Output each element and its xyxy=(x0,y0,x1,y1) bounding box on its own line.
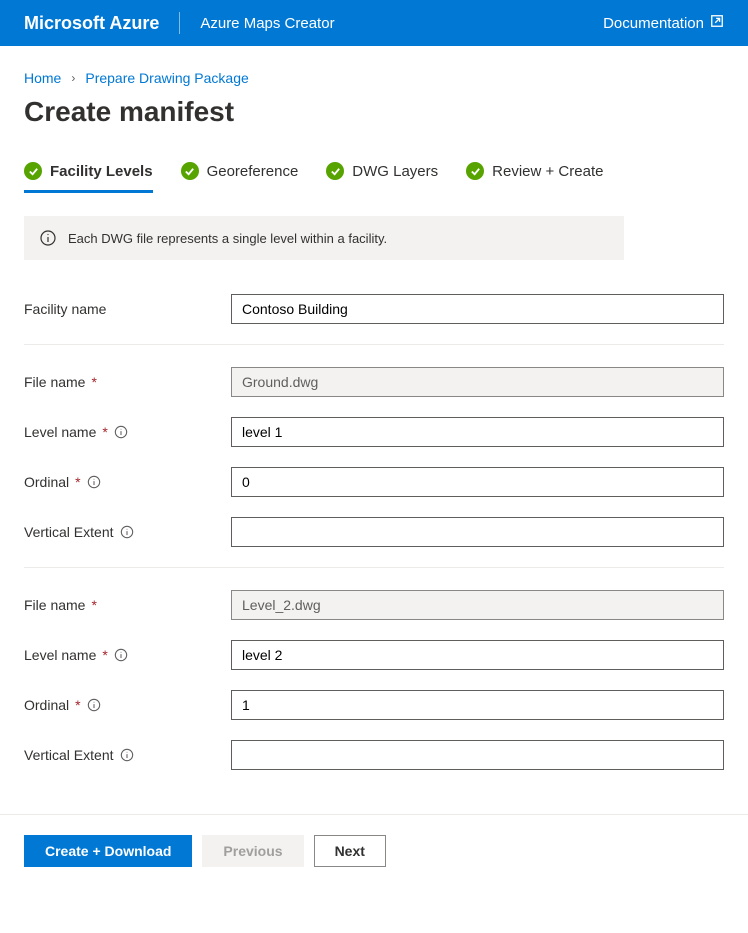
row-facility-name: Facility name xyxy=(24,294,724,324)
vertical-extent-input[interactable] xyxy=(231,740,724,770)
required-asterisk: * xyxy=(91,597,96,613)
required-asterisk: * xyxy=(75,697,80,713)
info-banner: Each DWG file represents a single level … xyxy=(24,216,624,260)
label-level-name: Level name * xyxy=(24,424,231,440)
tab-georeference[interactable]: Georeference xyxy=(181,156,299,193)
tab-facility-levels[interactable]: Facility Levels xyxy=(24,156,153,193)
tab-label: Georeference xyxy=(207,163,299,180)
label-file-name: File name * xyxy=(24,374,231,390)
tab-review-create[interactable]: Review + Create xyxy=(466,156,603,193)
label-ordinal: Ordinal * xyxy=(24,697,231,713)
row-ordinal: Ordinal * xyxy=(24,690,724,720)
file-name-input xyxy=(231,590,724,620)
page-title: Create manifest xyxy=(24,96,724,128)
separator xyxy=(24,567,724,568)
product-label: Azure Maps Creator xyxy=(200,15,334,32)
external-link-icon xyxy=(710,14,724,32)
level-name-input[interactable] xyxy=(231,417,724,447)
documentation-label: Documentation xyxy=(603,15,704,32)
ordinal-input[interactable] xyxy=(231,690,724,720)
required-asterisk: * xyxy=(102,424,107,440)
label-vertical-extent: Vertical Extent xyxy=(24,747,231,763)
row-level-name: Level name * xyxy=(24,417,724,447)
required-asterisk: * xyxy=(75,474,80,490)
check-circle-icon xyxy=(326,162,344,180)
tab-label: Review + Create xyxy=(492,163,603,180)
tab-bar: Facility Levels Georeference DWG Layers … xyxy=(24,156,724,194)
row-ordinal: Ordinal * xyxy=(24,467,724,497)
breadcrumb-step[interactable]: Prepare Drawing Package xyxy=(85,70,248,86)
required-asterisk: * xyxy=(91,374,96,390)
tab-dwg-layers[interactable]: DWG Layers xyxy=(326,156,438,193)
info-icon[interactable] xyxy=(114,425,128,439)
row-level-name: Level name * xyxy=(24,640,724,670)
info-icon[interactable] xyxy=(87,698,101,712)
file-name-input xyxy=(231,367,724,397)
documentation-link[interactable]: Documentation xyxy=(603,14,724,32)
check-circle-icon xyxy=(24,162,42,180)
separator xyxy=(24,344,724,345)
info-text: Each DWG file represents a single level … xyxy=(68,231,387,246)
row-vertical-extent: Vertical Extent xyxy=(24,740,724,770)
footer-actions: Create + Download Previous Next xyxy=(0,814,748,887)
chevron-right-icon: › xyxy=(71,71,75,85)
ordinal-input[interactable] xyxy=(231,467,724,497)
main-content: Home › Prepare Drawing Package Create ma… xyxy=(0,46,748,814)
check-circle-icon xyxy=(181,162,199,180)
info-icon[interactable] xyxy=(120,525,134,539)
breadcrumb: Home › Prepare Drawing Package xyxy=(24,70,724,86)
breadcrumb-home[interactable]: Home xyxy=(24,70,61,86)
info-icon[interactable] xyxy=(120,748,134,762)
info-icon[interactable] xyxy=(114,648,128,662)
level-name-input[interactable] xyxy=(231,640,724,670)
brand-separator xyxy=(179,12,180,34)
info-icon[interactable] xyxy=(87,475,101,489)
info-icon xyxy=(40,230,56,246)
tab-label: DWG Layers xyxy=(352,163,438,180)
label-file-name: File name * xyxy=(24,597,231,613)
brand-label: Microsoft Azure xyxy=(24,13,159,34)
vertical-extent-input[interactable] xyxy=(231,517,724,547)
row-vertical-extent: Vertical Extent xyxy=(24,517,724,547)
previous-button: Previous xyxy=(202,835,303,867)
create-download-button[interactable]: Create + Download xyxy=(24,835,192,867)
required-asterisk: * xyxy=(102,647,107,663)
label-facility-name: Facility name xyxy=(24,301,231,317)
label-ordinal: Ordinal * xyxy=(24,474,231,490)
next-button[interactable]: Next xyxy=(314,835,386,867)
row-file-name: File name * xyxy=(24,367,724,397)
facility-name-input[interactable] xyxy=(231,294,724,324)
tab-label: Facility Levels xyxy=(50,163,153,180)
label-level-name: Level name * xyxy=(24,647,231,663)
label-vertical-extent: Vertical Extent xyxy=(24,524,231,540)
top-header: Microsoft Azure Azure Maps Creator Docum… xyxy=(0,0,748,46)
row-file-name: File name * xyxy=(24,590,724,620)
check-circle-icon xyxy=(466,162,484,180)
